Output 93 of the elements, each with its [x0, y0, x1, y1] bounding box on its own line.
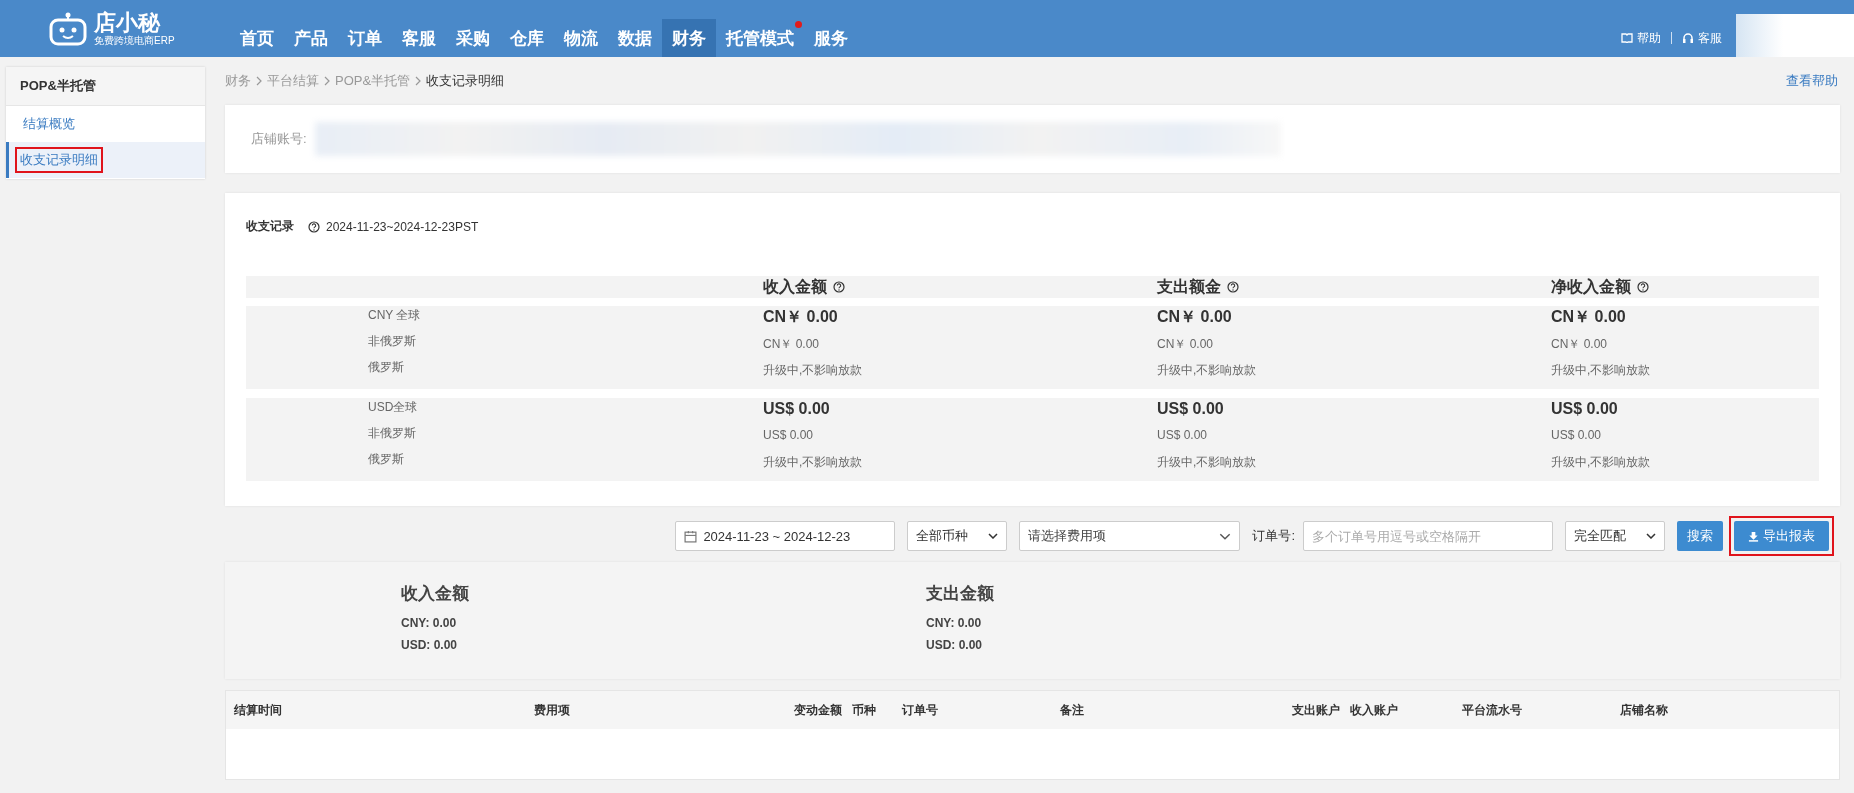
nav-tab[interactable]: 财务: [662, 19, 716, 57]
period-text: 2024-11-23~2024-12-23PST: [326, 219, 479, 234]
search-button[interactable]: 搜索: [1677, 521, 1723, 551]
nav-tab[interactable]: 客服: [392, 19, 446, 57]
amount-detail: CN￥ 0.00: [1551, 336, 1609, 353]
column-header: 备注: [1060, 702, 1084, 717]
help-link[interactable]: 查看帮助: [1786, 72, 1838, 90]
nav-tab[interactable]: 订单: [338, 19, 392, 57]
column-header: 收入金额: [763, 276, 827, 297]
amount-value: US$ 0.00: [1157, 399, 1225, 419]
row-label: 非俄罗斯: [368, 425, 417, 442]
nav-tab[interactable]: 数据: [608, 19, 662, 57]
chevron-down-icon: [1219, 532, 1232, 540]
headset-icon: [1682, 32, 1694, 44]
column-header: 收入账户: [1350, 702, 1398, 717]
row-label: 俄罗斯: [368, 451, 405, 468]
total-value: CNY: 0.00: [926, 615, 983, 632]
export-button[interactable]: 导出报表: [1734, 521, 1829, 551]
chevron-icon: [256, 76, 262, 86]
status-note: 升级中,不影响放款: [1551, 362, 1652, 379]
column-header: 净收入金额: [1551, 276, 1631, 297]
order-number-field[interactable]: 多个订单号用逗号或空格隔开: [1303, 521, 1553, 551]
nav-tab[interactable]: 托管模式: [716, 19, 804, 57]
nav-tab[interactable]: 首页: [230, 19, 284, 57]
column-header: 支出账户: [1292, 702, 1340, 717]
chevron-down-icon: [1646, 533, 1656, 539]
fee-type-select[interactable]: 请选择费用项: [1019, 521, 1241, 551]
help-icon[interactable]: [308, 220, 320, 233]
amount-value: US$ 0.00: [763, 399, 831, 419]
total-value: CNY: 0.00: [401, 615, 458, 632]
row-label: CNY 全球: [368, 307, 422, 324]
total-value: USD: 0.00: [401, 637, 459, 654]
column-header: 订单号: [902, 702, 938, 717]
row-label: 非俄罗斯: [368, 333, 417, 350]
nav-tab[interactable]: 采购: [446, 19, 500, 57]
breadcrumb-link[interactable]: 平台结算: [267, 72, 319, 90]
amount-value: CN￥ 0.00: [1157, 307, 1233, 327]
field-label: 订单号:: [1252, 527, 1295, 545]
field-label: 店铺账号:: [251, 130, 307, 148]
amount-value: CN￥ 0.00: [763, 307, 839, 327]
service-link[interactable]: 客服: [1682, 19, 1722, 57]
help-icon[interactable]: [1227, 281, 1239, 293]
sidebar-item[interactable]: 结算概览: [6, 106, 205, 142]
logo-subtitle: 免费跨境电商ERP: [94, 34, 175, 47]
help-icon[interactable]: [1637, 281, 1649, 293]
logo-text: 店小秘: [94, 10, 162, 35]
amount-detail: US$ 0.00: [763, 428, 815, 444]
status-note: 升级中,不影响放款: [1551, 454, 1652, 471]
download-icon: [1748, 530, 1759, 542]
nav-tab[interactable]: 服务: [804, 19, 858, 57]
date-range-field[interactable]: 2024-11-23 ~ 2024-12-23: [675, 521, 896, 551]
help-icon[interactable]: [833, 281, 845, 293]
amount-value: US$ 0.00: [1551, 399, 1619, 419]
status-note: 升级中,不影响放款: [1157, 454, 1258, 471]
store-account-field[interactable]: [314, 122, 1281, 156]
total-title: 收入金额: [401, 583, 470, 605]
column-header: 费用项: [534, 702, 570, 717]
breadcrumb-link[interactable]: 财务: [225, 72, 251, 90]
row-label: USD全球: [368, 399, 419, 416]
book-icon: [1621, 33, 1633, 43]
status-note: 升级中,不影响放款: [763, 362, 864, 379]
total-value: USD: 0.00: [926, 637, 984, 654]
nav-tab[interactable]: 物流: [554, 19, 608, 57]
status-note: 升级中,不影响放款: [1157, 362, 1258, 379]
breadcrumb-link[interactable]: POP&半托管: [335, 72, 411, 90]
total-title: 支出金额: [926, 583, 995, 605]
robot-logo-icon: [48, 11, 88, 46]
chevron-icon: [415, 76, 422, 86]
amount-detail: US$ 0.00: [1157, 428, 1209, 444]
amount-value: CN￥ 0.00: [1551, 307, 1627, 327]
status-note: 升级中,不影响放款: [763, 454, 864, 471]
nav-tab[interactable]: 仓库: [500, 19, 554, 57]
calendar-icon: [684, 529, 698, 543]
column-header: 平台流水号: [1462, 702, 1522, 717]
amount-detail: CN￥ 0.00: [763, 336, 821, 353]
row-label: 俄罗斯: [368, 359, 405, 376]
column-header: 支出额金: [1157, 276, 1221, 297]
column-header: 变动金额: [794, 702, 842, 717]
section-title: 收支记录: [246, 218, 294, 235]
column-header: 店铺名称: [1620, 702, 1668, 717]
chevron-icon: [324, 76, 330, 86]
amount-detail: US$ 0.00: [1551, 428, 1603, 444]
help-link[interactable]: 帮助: [1621, 19, 1661, 57]
nav-tab[interactable]: 产品: [284, 19, 338, 57]
breadcrumb-current: 收支记录明细: [426, 72, 505, 90]
sidebar-item[interactable]: 收支记录明细: [6, 142, 205, 178]
amount-detail: CN￥ 0.00: [1157, 336, 1215, 353]
currency-select[interactable]: 全部币种: [907, 521, 1008, 551]
column-header: 结算时间: [234, 702, 282, 717]
chevron-down-icon: [988, 533, 999, 539]
column-header: 币种: [852, 702, 876, 717]
match-select[interactable]: 完全匹配: [1565, 521, 1665, 551]
sidebar-title: POP&半托管: [6, 67, 205, 106]
